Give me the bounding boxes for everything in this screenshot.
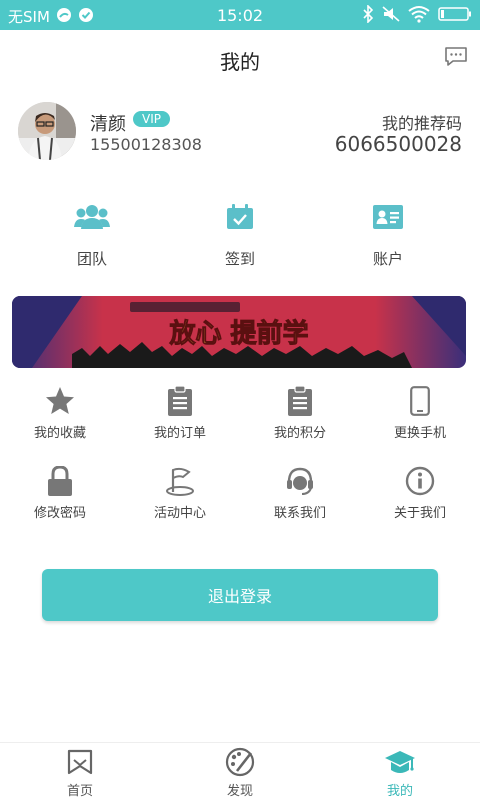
account-card-icon bbox=[328, 200, 448, 234]
lock-icon bbox=[0, 462, 120, 496]
menu-item-favorites[interactable]: 我的收藏 bbox=[0, 382, 120, 441]
vip-badge: VIP bbox=[133, 111, 170, 127]
referral-label: 我的推荐码 bbox=[381, 114, 462, 133]
status-icons bbox=[362, 4, 472, 27]
menu-item-contact-us[interactable]: 联系我们 bbox=[240, 462, 360, 521]
menu-item-orders[interactable]: 我的订单 bbox=[120, 382, 240, 441]
quick-action-label: 签到 bbox=[224, 250, 255, 268]
menu-item-change-password[interactable]: 修改密码 bbox=[0, 462, 120, 521]
menu-item-label: 我的收藏 bbox=[33, 426, 86, 441]
mute-icon bbox=[382, 5, 400, 27]
banner-headline: 放心 提前学 bbox=[168, 318, 308, 349]
info-icon bbox=[360, 462, 480, 496]
quick-action-account[interactable]: 账户 bbox=[328, 200, 448, 269]
tab-label: 首页 bbox=[66, 784, 93, 799]
quick-action-team[interactable]: 团队 bbox=[32, 200, 152, 269]
star-icon bbox=[0, 382, 120, 416]
phone-icon bbox=[360, 382, 480, 416]
profile-section: 清颜 VIP 15500128308 我的推荐码 6066500028 bbox=[0, 100, 480, 160]
quick-action-label: 团队 bbox=[76, 250, 107, 268]
user-name: 清颜 bbox=[90, 114, 126, 135]
menu-item-about-us[interactable]: 关于我们 bbox=[360, 462, 480, 521]
discover-palette-icon bbox=[180, 745, 300, 777]
menu-item-points[interactable]: 我的积分 bbox=[240, 382, 360, 441]
headset-icon bbox=[240, 462, 360, 496]
menu-item-label: 更换手机 bbox=[393, 426, 446, 441]
home-bookmark-icon bbox=[20, 745, 140, 777]
status-bar: 无SIM 15:02 bbox=[0, 0, 480, 30]
menu-item-label: 活动中心 bbox=[153, 506, 206, 521]
flag-icon bbox=[120, 462, 240, 496]
clipboard-icon bbox=[240, 382, 360, 416]
menu-item-label: 修改密码 bbox=[33, 506, 86, 521]
user-phone: 15500128308 bbox=[90, 135, 202, 154]
team-icon bbox=[32, 200, 152, 234]
referral-code: 6066500028 bbox=[334, 132, 462, 156]
wifi-icon bbox=[408, 5, 430, 27]
bluetooth-icon bbox=[362, 4, 374, 27]
menu-item-change-phone[interactable]: 更换手机 bbox=[360, 382, 480, 441]
quick-actions: 团队 签到 账户 bbox=[0, 200, 480, 280]
menu-item-activity-center[interactable]: 活动中心 bbox=[120, 462, 240, 521]
tab-mine[interactable]: 我的 bbox=[340, 745, 460, 799]
quick-action-checkin[interactable]: 签到 bbox=[180, 200, 300, 269]
promo-banner[interactable]: 放心 提前学 bbox=[12, 296, 466, 368]
checkin-calendar-icon bbox=[180, 200, 300, 234]
tab-discover[interactable]: 发现 bbox=[180, 745, 300, 799]
menu-item-label: 联系我们 bbox=[273, 506, 326, 521]
tab-label: 我的 bbox=[386, 784, 413, 799]
tab-home[interactable]: 首页 bbox=[20, 745, 140, 799]
avatar[interactable] bbox=[18, 102, 76, 160]
menu-item-label: 我的积分 bbox=[273, 426, 326, 441]
quick-action-label: 账户 bbox=[372, 250, 403, 268]
menu-item-label: 关于我们 bbox=[393, 506, 446, 521]
nav-bar: 我的 bbox=[0, 30, 480, 88]
logout-button[interactable]: 退出登录 bbox=[42, 569, 438, 621]
battery-icon bbox=[438, 6, 472, 26]
tab-label: 发现 bbox=[226, 784, 253, 799]
clipboard-icon bbox=[120, 382, 240, 416]
tab-bar: 首页 发现 我的 bbox=[0, 742, 480, 801]
menu-item-label: 我的订单 bbox=[153, 426, 206, 441]
page-title: 我的 bbox=[220, 50, 260, 74]
graduation-cap-icon bbox=[340, 745, 460, 777]
message-icon[interactable] bbox=[444, 46, 468, 72]
